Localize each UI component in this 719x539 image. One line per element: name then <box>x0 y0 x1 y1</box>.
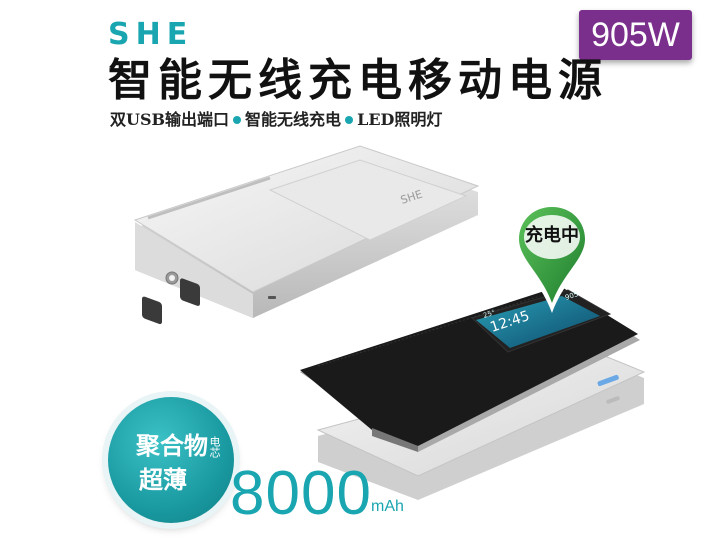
feature-list: 双USB输出端口 智能无线充电 LED照明灯 <box>110 108 442 132</box>
model-badge: 905W <box>579 10 692 60</box>
polymer-text: 聚合物 <box>136 431 208 460</box>
cell-text: 电芯 <box>208 436 221 458</box>
feature-led: LED照明灯 <box>357 110 443 129</box>
ultrathin-text: 超薄 <box>139 465 187 494</box>
feature-wireless: 智能无线充电 <box>245 110 342 129</box>
capacity-value: 8000 <box>230 459 372 528</box>
headline: 智能无线充电移动电源 <box>108 55 608 106</box>
feature-usb: 双USB输出端口 <box>110 110 230 129</box>
power-bank-image: SHE <box>133 145 480 325</box>
bullet-dot <box>233 116 242 124</box>
charging-label: 充电中 <box>525 225 579 246</box>
bullet-dot <box>345 116 354 124</box>
capacity-unit: mAh <box>371 498 404 515</box>
brand-logo: SHE <box>108 17 194 52</box>
charging-pin-icon <box>513 201 591 313</box>
